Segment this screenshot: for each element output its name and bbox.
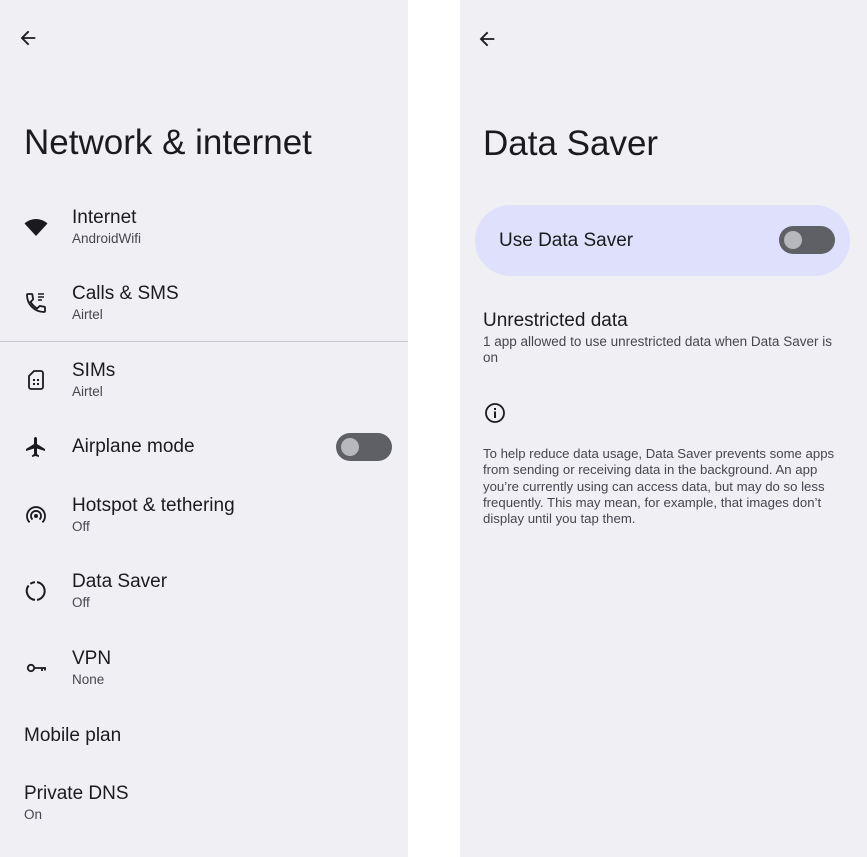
- unrestricted-data-title: Unrestricted data: [483, 310, 628, 331]
- page-title: Data Saver: [483, 124, 659, 163]
- back-button[interactable]: [467, 19, 507, 59]
- arrow-back-icon: [20, 30, 36, 46]
- arrow-back-icon: [479, 31, 495, 47]
- vpn-title: VPN: [72, 648, 112, 669]
- page-title: Network & internet: [24, 123, 312, 162]
- data-saver-screen: Data Saver Use Data Saver Unrestricted d…: [460, 0, 867, 857]
- vpn-subtitle: None: [72, 672, 105, 687]
- mobile-plan-title: Mobile plan: [24, 725, 122, 746]
- private-dns-item[interactable]: Private DNS On: [0, 768, 408, 838]
- sim-card-icon: [22, 366, 50, 394]
- mobile-plan-item[interactable]: Mobile plan: [0, 701, 408, 771]
- use-data-saver-label: Use Data Saver: [499, 229, 634, 251]
- internet-subtitle: AndroidWifi: [72, 231, 142, 246]
- calls-sms-title: Calls & SMS: [72, 283, 179, 304]
- switch-knob: [341, 438, 359, 456]
- airplane-mode-switch[interactable]: [336, 433, 392, 461]
- calls-sms-item[interactable]: Calls & SMS Airtel: [0, 268, 408, 338]
- vpn-item[interactable]: VPN None: [0, 633, 408, 703]
- unrestricted-data-subtitle: 1 app allowed to use unrestricted data w…: [483, 334, 832, 365]
- airplane-mode-title: Airplane mode: [72, 436, 195, 457]
- hotspot-title: Hotspot & tethering: [72, 495, 235, 516]
- data-saver-subtitle: Off: [72, 595, 90, 610]
- data-saver-info-text: To help reduce data usage, Data Saver pr…: [483, 446, 835, 527]
- private-dns-subtitle: On: [24, 807, 43, 822]
- back-button[interactable]: [8, 18, 48, 58]
- sims-item[interactable]: SIMs Airtel: [0, 345, 408, 415]
- airplane-icon: [22, 433, 50, 461]
- internet-item[interactable]: Internet AndroidWifi: [0, 192, 408, 262]
- airplane-mode-item[interactable]: Airplane mode: [0, 412, 408, 482]
- divider: [0, 341, 408, 342]
- network-internet-screen: Network & internet Internet AndroidWifi …: [0, 0, 408, 857]
- private-dns-title: Private DNS: [24, 783, 129, 804]
- unrestricted-data-item[interactable]: Unrestricted data 1 app allowed to use u…: [483, 308, 848, 366]
- sims-title: SIMs: [72, 360, 116, 381]
- data-saver-item[interactable]: Data Saver Off: [0, 556, 408, 626]
- vpn-key-icon: [22, 654, 50, 682]
- phone-icon: [22, 289, 50, 317]
- internet-title: Internet: [72, 207, 137, 228]
- data-saver-title: Data Saver: [72, 571, 168, 592]
- hotspot-icon: [22, 501, 50, 529]
- info-icon: [483, 401, 507, 425]
- switch-knob: [784, 231, 802, 249]
- use-data-saver-switch[interactable]: [779, 226, 835, 254]
- wifi-icon: [22, 213, 50, 241]
- use-data-saver-card[interactable]: Use Data Saver: [475, 205, 850, 276]
- sims-subtitle: Airtel: [72, 384, 103, 399]
- calls-sms-subtitle: Airtel: [72, 307, 103, 322]
- hotspot-tethering-item[interactable]: Hotspot & tethering Off: [0, 480, 408, 550]
- data-saver-icon: [22, 577, 50, 605]
- hotspot-subtitle: Off: [72, 519, 90, 534]
